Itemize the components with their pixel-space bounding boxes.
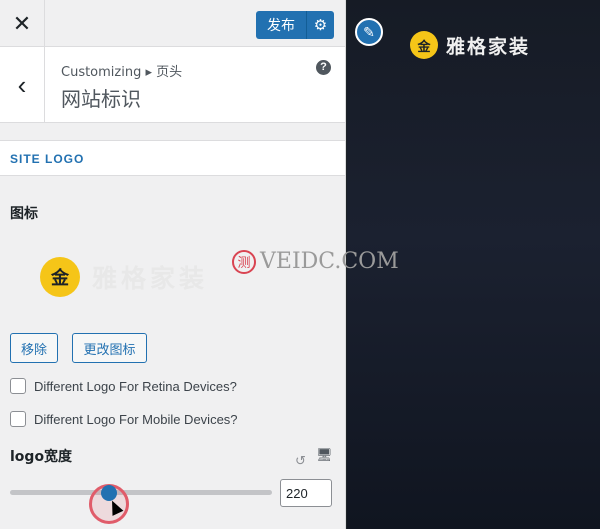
publish-button[interactable]: 发布 ⚙ — [256, 11, 334, 39]
reset-icon[interactable]: ↺ — [295, 453, 306, 469]
preview-logo: 金 雅格家装 — [410, 31, 530, 59]
checkbox-box[interactable] — [10, 378, 26, 394]
checkbox-label: Different Logo For Mobile Devices? — [34, 411, 238, 427]
close-button[interactable]: ✕ — [0, 0, 45, 47]
checkbox-box[interactable] — [10, 411, 26, 427]
preview-logo-mark-icon: 金 — [410, 31, 438, 59]
section-title: SITE LOGO — [10, 152, 85, 166]
logo-preview: 金 雅格家装 — [40, 257, 208, 297]
mobile-logo-checkbox[interactable]: Different Logo For Mobile Devices? — [10, 411, 238, 427]
logo-mark-icon: 金 — [40, 257, 80, 297]
checkbox-label: Different Logo For Retina Devices? — [34, 378, 237, 394]
gear-icon[interactable]: ⚙ — [307, 16, 334, 34]
retina-logo-checkbox[interactable]: Different Logo For Retina Devices? — [10, 378, 237, 394]
customizer-topbar: ✕ 发布 ⚙ — [0, 0, 345, 47]
logo-width-input[interactable]: 220 — [280, 479, 332, 507]
logo-width-label: logo宽度 — [10, 449, 73, 465]
edit-pencil-icon[interactable]: ✎ — [355, 18, 383, 46]
close-icon: ✕ — [12, 10, 32, 36]
help-icon[interactable]: ? — [316, 60, 331, 75]
watermark: 测 VEIDC.COM — [232, 249, 399, 274]
desktop-device-icon[interactable]: 🖥 — [316, 447, 333, 463]
watermark-mark: 测 — [232, 249, 256, 274]
preview-logo-text: 雅格家装 — [446, 35, 531, 58]
logo-label: 图标 — [10, 206, 38, 222]
watermark-text: VEIDC.COM — [260, 249, 399, 274]
section-site-logo: SITE LOGO — [0, 140, 345, 176]
publish-label: 发布 — [267, 18, 295, 34]
logo-text: 雅格家装 — [92, 264, 209, 293]
remove-button[interactable]: 移除 — [10, 333, 58, 363]
back-button[interactable]: ‹ — [0, 47, 45, 123]
change-logo-button[interactable]: 更改图标 — [72, 333, 147, 363]
logo-width-slider[interactable] — [10, 490, 272, 495]
breadcrumb: Customizing ▸ 页头 — [61, 65, 183, 80]
page-title: 网站标识 — [61, 87, 141, 111]
section-header: ‹ Customizing ▸ 页头 网站标识 ? — [0, 47, 345, 123]
chevron-left-icon: ‹ — [17, 69, 27, 100]
